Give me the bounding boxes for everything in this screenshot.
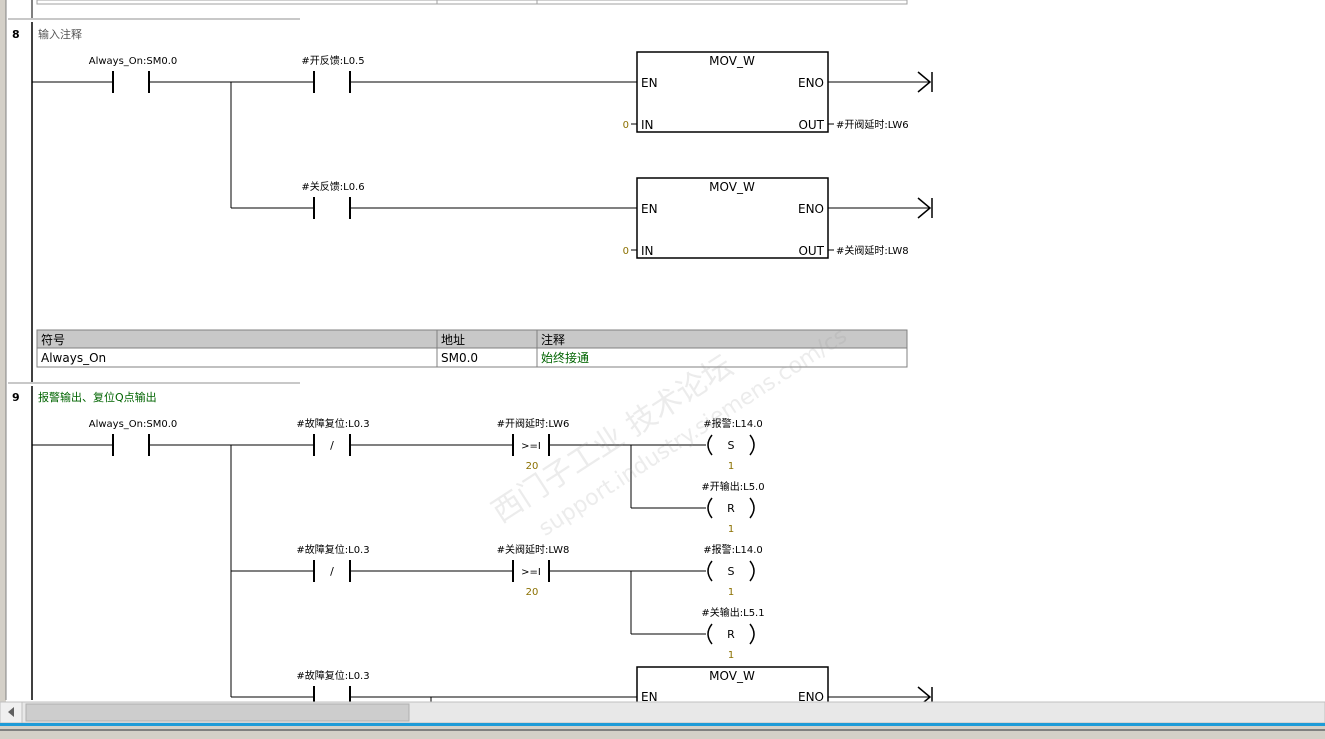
table-header: 符号 — [41, 332, 65, 347]
out-pin: OUT — [798, 244, 824, 258]
coil-close-output-reset[interactable]: R #关输出:L5.1 1 — [701, 606, 764, 661]
coil-count[interactable]: 1 — [728, 587, 734, 598]
contact-label: #故障复位:L0.3 — [296, 417, 369, 430]
contact-label: Always_On:SM0.0 — [89, 419, 178, 430]
coil-symbol: R — [727, 628, 735, 641]
compare-symbol: >=I — [521, 567, 541, 578]
coil-symbol: R — [727, 502, 735, 515]
coil-symbol: S — [728, 565, 735, 578]
contact-close-feedback[interactable]: #关反馈:L0.6 — [301, 180, 365, 219]
nc-symbol: / — [330, 565, 334, 578]
table-cell: SM0.0 — [441, 351, 478, 365]
coil-label: #开输出:L5.0 — [701, 480, 764, 493]
contact-label: #故障复位:L0.3 — [296, 543, 369, 556]
horizontal-scrollbar[interactable] — [0, 701, 1325, 724]
nc-symbol: / — [330, 439, 334, 452]
contact-always-on[interactable]: Always_On:SM0.0 — [89, 56, 178, 93]
coil-count[interactable]: 1 — [728, 461, 734, 472]
rung-number: 8 — [12, 28, 20, 41]
in-pin: IN — [641, 244, 654, 258]
mov-w-box-1[interactable]: MOV_W EN ENO IN OUT 0 #开阀延时:LW6 — [623, 51, 933, 133]
contact-label: #开反馈:L0.5 — [301, 54, 364, 67]
coil-count[interactable]: 1 — [728, 524, 734, 535]
out-label[interactable]: #关阀延时:LW8 — [836, 244, 909, 257]
out-label[interactable]: #开阀延时:LW6 — [836, 118, 909, 131]
coil-alarm-set-2[interactable]: S #报警:L14.0 1 — [703, 543, 763, 598]
contact-fault-reset-nc-2[interactable]: / #故障复位:L0.3 — [296, 543, 370, 582]
contact-always-on[interactable]: Always_On:SM0.0 — [89, 419, 178, 456]
in-value[interactable]: 0 — [623, 120, 629, 131]
box-title: MOV_W — [709, 669, 755, 683]
rung-comment[interactable]: 报警输出、复位Q点输出 — [38, 390, 157, 404]
window-border-accent — [0, 723, 1325, 726]
mov-w-box-3[interactable]: MOV_W EN ENO — [636, 666, 933, 708]
rung-comment[interactable]: 输入注释 — [38, 27, 82, 41]
in-pin: IN — [641, 118, 654, 132]
scrollbar-thumb[interactable] — [25, 703, 410, 722]
prev-rung-table-remnant — [31, 0, 908, 18]
coil-count[interactable]: 1 — [728, 650, 734, 661]
compare-value[interactable]: 20 — [526, 587, 539, 598]
coil-symbol: S — [728, 439, 735, 452]
box-title: MOV_W — [709, 54, 755, 68]
rung-8[interactable]: 8 输入注释 Always_On:SM0.0 #开反馈:L0.5 #关反馈:L0… — [12, 22, 933, 382]
table-cell: Always_On — [41, 351, 106, 365]
compare-symbol: >=I — [521, 441, 541, 452]
coil-label: #关输出:L5.1 — [701, 606, 764, 619]
table-header: 注释 — [541, 332, 565, 347]
rung-number: 9 — [12, 391, 20, 404]
mov-w-box-2[interactable]: MOV_W EN ENO IN OUT 0 #关阀延时:LW8 — [623, 177, 933, 259]
table-header: 地址 — [441, 333, 465, 347]
ladder-editor-canvas[interactable]: 8 输入注释 Always_On:SM0.0 #开反馈:L0.5 #关反馈:L0… — [0, 0, 1325, 739]
symbol-table: 符号 地址 注释 Always_On SM0.0 始终接通 — [36, 329, 908, 368]
status-bar — [0, 726, 1325, 739]
coil-label: #报警:L14.0 — [703, 543, 763, 556]
rung-9[interactable]: 9 报警输出、复位Q点输出 Always_On:SM0.0 / #故障复位:L0… — [12, 386, 933, 708]
en-pin: EN — [641, 202, 658, 216]
contact-label: Always_On:SM0.0 — [89, 56, 178, 67]
out-pin: OUT — [798, 118, 824, 132]
contact-fault-reset-nc-1[interactable]: / #故障复位:L0.3 — [296, 417, 370, 456]
eno-pin: ENO — [798, 202, 824, 216]
en-pin: EN — [641, 76, 658, 90]
eno-pin: ENO — [798, 76, 824, 90]
coil-open-output-reset[interactable]: R #开输出:L5.0 1 — [701, 480, 764, 535]
contact-label: #关阀延时:LW8 — [497, 543, 570, 556]
contact-label: #关反馈:L0.6 — [301, 180, 364, 193]
contact-label: #故障复位:L0.3 — [296, 669, 369, 682]
contact-label: #开阀延时:LW6 — [497, 417, 570, 430]
table-cell: 始终接通 — [541, 350, 589, 365]
in-value[interactable]: 0 — [623, 246, 629, 257]
left-margin — [0, 0, 6, 739]
contact-open-feedback[interactable]: #开反馈:L0.5 — [301, 54, 365, 93]
box-title: MOV_W — [709, 180, 755, 194]
